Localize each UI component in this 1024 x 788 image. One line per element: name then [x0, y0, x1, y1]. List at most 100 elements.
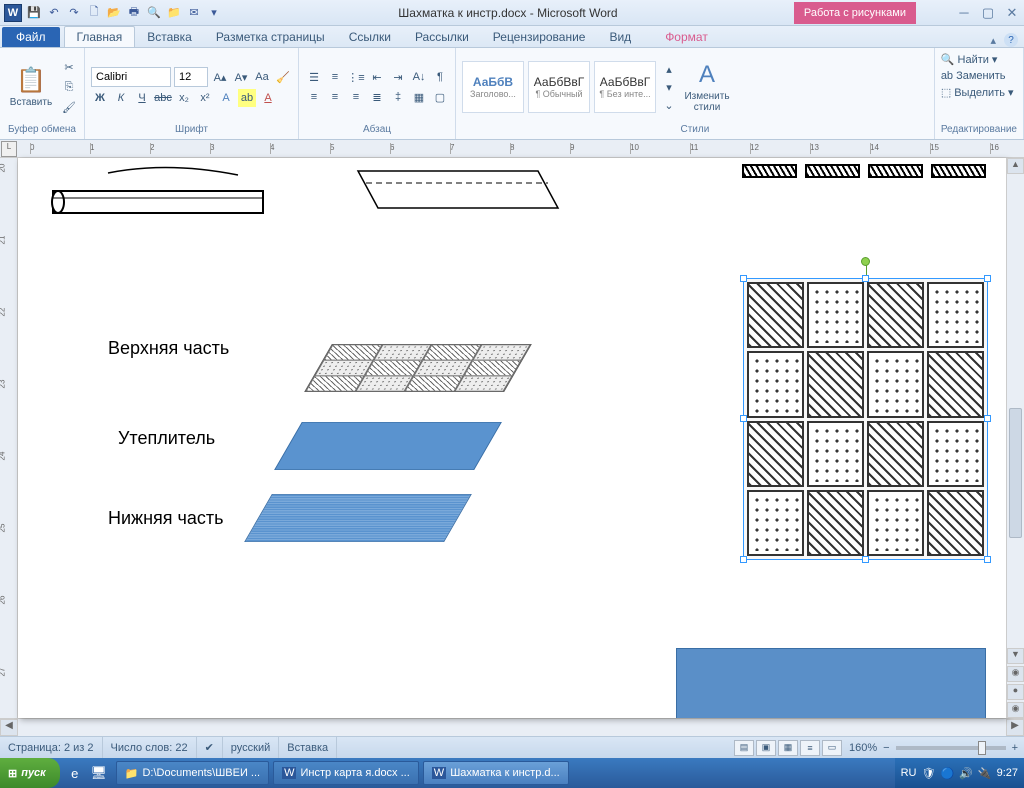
- font-color-icon[interactable]: A: [259, 89, 277, 107]
- new-icon[interactable]: 🗋: [86, 5, 102, 21]
- view-print-layout-icon[interactable]: ▤: [734, 740, 754, 756]
- tab-view[interactable]: Вид: [597, 27, 643, 47]
- page[interactable]: Верхняя часть Утеплитель Нижняя часть: [18, 158, 1006, 718]
- bold-button[interactable]: Ж: [91, 89, 109, 107]
- subscript-button[interactable]: x₂: [175, 89, 193, 107]
- next-page-icon[interactable]: ◉: [1007, 702, 1024, 718]
- grow-font-icon[interactable]: A▴: [211, 68, 229, 86]
- resize-handle-s[interactable]: [862, 556, 869, 563]
- open-icon[interactable]: 📂: [106, 5, 122, 21]
- resize-handle-se[interactable]: [984, 556, 991, 563]
- align-right-icon[interactable]: ≡: [347, 88, 365, 106]
- multilevel-icon[interactable]: ⋮≡: [347, 68, 365, 86]
- hscroll-right-icon[interactable]: ▶: [1006, 719, 1024, 736]
- resize-handle-ne[interactable]: [984, 275, 991, 282]
- help-icon[interactable]: ?: [1004, 33, 1018, 47]
- preview-icon[interactable]: 🔍: [146, 5, 162, 21]
- justify-icon[interactable]: ≣: [368, 88, 386, 106]
- resize-handle-n[interactable]: [862, 275, 869, 282]
- ribbon-minimize-icon[interactable]: ▴: [990, 34, 996, 47]
- horizontal-scrollbar[interactable]: ◀ ▶: [0, 718, 1024, 736]
- hscroll-left-icon[interactable]: ◀: [0, 719, 18, 736]
- status-proof-icon[interactable]: ✔: [197, 737, 223, 758]
- qat-more-icon[interactable]: ▾: [206, 5, 222, 21]
- text-effects-icon[interactable]: A: [217, 89, 235, 107]
- italic-button[interactable]: К: [112, 89, 130, 107]
- numbering-icon[interactable]: ≡: [326, 68, 344, 86]
- style-gallery-scroll[interactable]: ▴ ▾ ⌄: [660, 60, 678, 114]
- zoom-in-button[interactable]: +: [1012, 742, 1024, 754]
- view-fullscreen-icon[interactable]: ▣: [756, 740, 776, 756]
- change-styles-button[interactable]: A Изменить стили: [682, 61, 732, 113]
- bullets-icon[interactable]: ☰: [305, 68, 323, 86]
- clear-format-icon[interactable]: 🧹: [274, 68, 292, 86]
- view-web-icon[interactable]: ▦: [778, 740, 798, 756]
- tab-insert[interactable]: Вставка: [135, 27, 204, 47]
- desktop-icon[interactable]: 🖥: [88, 762, 110, 784]
- tab-format[interactable]: Формат: [653, 27, 720, 47]
- task-explorer[interactable]: 📁D:\Documents\ШВЕИ ...: [116, 761, 269, 785]
- scroll-down-icon[interactable]: ▼: [1007, 648, 1024, 664]
- style-normal[interactable]: АаБбВвГ ¶ Обычный: [528, 61, 590, 113]
- zoom-slider[interactable]: [896, 746, 1006, 750]
- replace-button[interactable]: abЗаменить: [941, 69, 1014, 83]
- select-button[interactable]: ⬚Выделить ▾: [941, 85, 1014, 100]
- status-words[interactable]: Число слов: 22: [103, 737, 197, 758]
- folder-icon[interactable]: 📁: [166, 5, 182, 21]
- resize-handle-nw[interactable]: [740, 275, 747, 282]
- tab-file[interactable]: Файл: [2, 27, 60, 47]
- print-icon[interactable]: 🖶: [126, 5, 142, 21]
- save-icon[interactable]: 💾: [26, 5, 42, 21]
- tab-review[interactable]: Рецензирование: [481, 27, 598, 47]
- style-more-icon[interactable]: ⌄: [660, 96, 678, 114]
- paste-button[interactable]: 📋 Вставить: [6, 52, 56, 122]
- style-down-icon[interactable]: ▾: [660, 78, 678, 96]
- tray-shield-icon[interactable]: 🛡: [922, 767, 936, 780]
- style-nospacing[interactable]: АаБбВвГ ¶ Без инте...: [594, 61, 656, 113]
- horizontal-ruler[interactable]: L 012345678910111213141516: [0, 140, 1024, 158]
- borders-icon[interactable]: ▢: [431, 88, 449, 106]
- superscript-button[interactable]: x²: [196, 89, 214, 107]
- shrink-font-icon[interactable]: A▾: [232, 68, 250, 86]
- resize-handle-w[interactable]: [740, 415, 747, 422]
- style-heading[interactable]: АаБбВ Заголово...: [462, 61, 524, 113]
- font-name-combo[interactable]: Calibri: [91, 67, 171, 87]
- change-case-icon[interactable]: Aa: [253, 68, 271, 86]
- sort-icon[interactable]: A↓: [410, 68, 428, 86]
- close-button[interactable]: ✕: [1004, 5, 1020, 21]
- status-insert-mode[interactable]: Вставка: [279, 737, 337, 758]
- ie-icon[interactable]: e: [64, 762, 86, 784]
- tray-lang[interactable]: RU: [901, 767, 917, 779]
- copy-icon[interactable]: ⎘: [60, 78, 78, 96]
- view-outline-icon[interactable]: ≡: [800, 740, 820, 756]
- tray-clock[interactable]: 9:27: [997, 767, 1018, 779]
- selected-picture[interactable]: [743, 278, 988, 560]
- resize-handle-e[interactable]: [984, 415, 991, 422]
- font-size-combo[interactable]: 12: [174, 67, 208, 87]
- zoom-value[interactable]: 160%: [843, 742, 883, 754]
- align-left-icon[interactable]: ≡: [305, 88, 323, 106]
- prev-page-icon[interactable]: ◉: [1007, 666, 1024, 682]
- align-center-icon[interactable]: ≡: [326, 88, 344, 106]
- resize-handle-sw[interactable]: [740, 556, 747, 563]
- rotate-handle[interactable]: [861, 257, 870, 266]
- tray-usb-icon[interactable]: 🔌: [978, 767, 992, 780]
- undo-icon[interactable]: ↶: [46, 5, 62, 21]
- highlight-icon[interactable]: ab: [238, 89, 256, 107]
- tray-volume-icon[interactable]: 🔊: [959, 767, 973, 780]
- indent-inc-icon[interactable]: ⇥: [389, 68, 407, 86]
- show-marks-icon[interactable]: ¶: [431, 68, 449, 86]
- tab-layout[interactable]: Разметка страницы: [204, 27, 337, 47]
- view-draft-icon[interactable]: ▭: [822, 740, 842, 756]
- minimize-button[interactable]: ─: [956, 5, 972, 21]
- scroll-up-icon[interactable]: ▲: [1007, 158, 1024, 174]
- find-button[interactable]: 🔍Найти ▾: [941, 52, 1014, 67]
- tab-selector[interactable]: L: [1, 141, 17, 157]
- tab-home[interactable]: Главная: [64, 26, 136, 47]
- email-icon[interactable]: ✉: [186, 5, 202, 21]
- vertical-ruler[interactable]: 2021222324252627: [0, 158, 18, 718]
- shading-icon[interactable]: ▦: [410, 88, 428, 106]
- tab-references[interactable]: Ссылки: [337, 27, 403, 47]
- maximize-button[interactable]: ▢: [980, 5, 996, 21]
- line-spacing-icon[interactable]: ‡: [389, 88, 407, 106]
